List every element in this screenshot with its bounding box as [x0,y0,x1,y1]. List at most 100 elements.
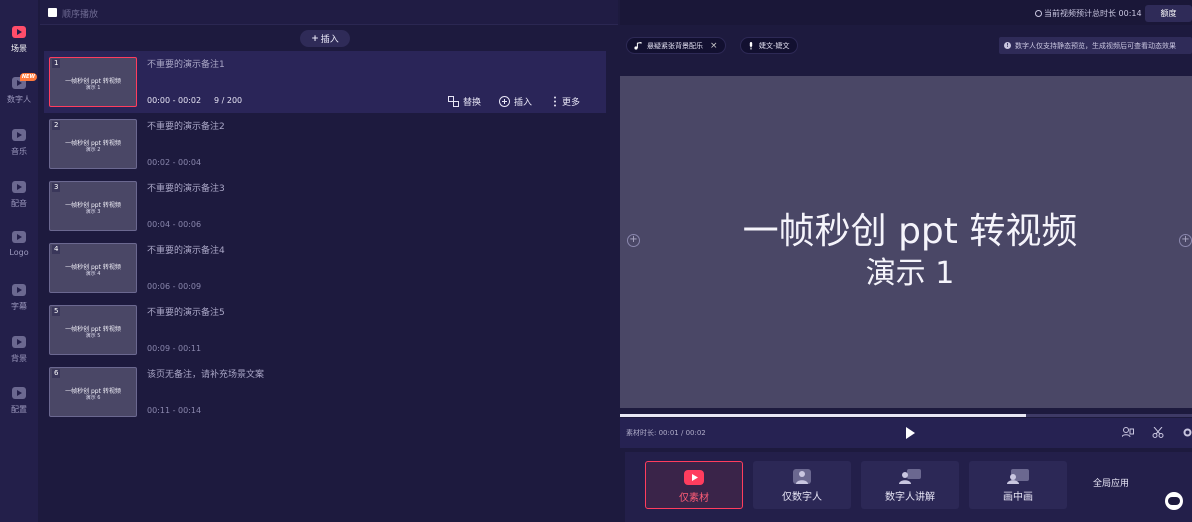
scene-number: 6 [52,369,61,378]
info-tip: ! 数字人仅支持静态预览，生成视频后可查看动态效果 [999,37,1192,54]
display-mode-bar: 仅素材 仅数字人 数字人讲解 画中画 全局应用 [625,452,1192,522]
plus-circle-icon [499,96,510,107]
assistant-bot-icon[interactable] [1165,492,1183,510]
scene-note[interactable]: 不重要的演示备注5 [147,305,225,318]
scene-note[interactable]: 不重要的演示备注1 [147,57,225,70]
nav-item-scene[interactable]: 场景 [0,24,38,64]
scene-item-2[interactable]: 2 一帧秒创 ppt 转视频 演示 2 不重要的演示备注2 00:02 - 00… [44,113,606,175]
avatar-settings-icon[interactable] [1122,427,1134,438]
global-apply-button[interactable]: 全局应用 [1093,476,1129,489]
scene-item-3[interactable]: 3 一帧秒创 ppt 转视频 演示 3 不重要的演示备注3 00:04 - 00… [44,175,606,237]
slide-title: 一帧秒创 ppt 转视频 [742,211,1078,252]
scene-number: 2 [52,121,61,130]
dubbing-icon [12,181,26,193]
scene-thumbnail[interactable]: 6 一帧秒创 ppt 转视频 演示 6 [49,367,137,417]
nav-item-music[interactable]: 音乐 [0,127,38,167]
replace-label: 替换 [463,98,482,108]
total-duration-text: 当前视频预计总时长 00:14 [1044,9,1142,18]
scissors-icon[interactable] [1152,427,1164,438]
scene-number: 4 [52,245,61,254]
gear-icon[interactable] [1182,427,1192,438]
nav-item-config[interactable]: 配置 [0,385,38,425]
scene-item-6[interactable]: 6 一帧秒创 ppt 转视频 演示 6 该页无备注，请补充场景文案 00:11 … [44,361,606,423]
mode-picture-in-picture[interactable]: 画中画 [969,461,1067,509]
scene-thumbnail[interactable]: 4 一帧秒创 ppt 转视频 演示 4 [49,243,137,293]
nav-item-background[interactable]: 背景 [0,334,38,374]
scene-note[interactable]: 不重要的演示备注4 [147,243,225,256]
thumbnail-subtitle: 演示 1 [85,85,101,91]
nav-label: Logo [9,248,29,257]
scene-thumbnail[interactable]: 3 一帧秒创 ppt 转视频 演示 3 [49,181,137,231]
nav-label: 字幕 [11,302,27,311]
insert-label: 插入 [320,35,339,45]
playback-controls: 素材时长: 00:01 / 00:02 [620,418,1192,448]
insert-label: 插入 [514,98,533,108]
close-icon[interactable]: × [710,41,718,51]
mode-avatar-only[interactable]: 仅数字人 [753,461,851,509]
thumbnail-subtitle: 演示 2 [85,147,101,153]
nav-item-subtitle[interactable]: 字幕 [0,282,38,322]
scene-time: 00:02 - 00:04 [147,158,202,167]
nav-label: 音乐 [11,147,27,156]
thumbnail-subtitle: 演示 5 [85,333,101,339]
info-tip-text: 数字人仅支持静态预览，生成视频后可查看动态效果 [1015,41,1176,50]
sequential-checkbox[interactable] [48,8,57,17]
mode-label: 画中画 [1003,492,1033,503]
mode-material-only[interactable]: 仅素材 [645,461,743,509]
scene-note[interactable]: 不重要的演示备注2 [147,119,225,132]
scene-time: 00:04 - 00:06 [147,220,202,229]
music-pill[interactable]: 悬疑紧张背景配乐 × [626,37,726,54]
scene-thumbnail[interactable]: 5 一帧秒创 ppt 转视频 演示 5 [49,305,137,355]
nav-item-dubbing[interactable]: 配音 [0,179,38,219]
nav-item-logo[interactable]: Logo [0,229,38,269]
more-button[interactable]: 更多 [552,95,580,108]
clock-icon [1035,10,1042,17]
voice-pill[interactable]: 婕文-婕文 [740,37,798,54]
microphone-icon [749,41,753,49]
scene-note[interactable]: 该页无备注，请补充场景文案 [147,367,264,380]
mode-avatar-explain[interactable]: 数字人讲解 [861,461,959,509]
nav-label: 配音 [11,199,27,208]
replace-button[interactable]: 替换 [448,95,481,108]
scene-time: 00:09 - 00:11 [147,344,202,353]
insert-scene-button[interactable]: + 插入 [300,30,350,47]
mode-label: 数字人讲解 [885,492,935,503]
scene-toolbar: 顺序播放 [40,0,618,25]
scene-item-4[interactable]: 4 一帧秒创 ppt 转视频 演示 4 不重要的演示备注4 00:06 - 00… [44,237,606,299]
picture-in-picture-icon [1007,469,1029,484]
quota-button[interactable]: 额度 [1145,5,1192,22]
subtitle-icon [12,284,26,296]
scene-thumbnail[interactable]: 1 一帧秒创 ppt 转视频 演示 1 [49,57,137,107]
plus-icon: + [311,33,319,44]
scene-time: 00:11 - 00:14 [147,406,202,415]
thumbnail-subtitle: 演示 6 [85,395,101,401]
nav-item-avatar[interactable]: NEW 数字人 [0,73,38,115]
scene-note[interactable]: 不重要的演示备注3 [147,181,225,194]
background-icon [12,336,26,348]
char-count: 9 / 200 [214,96,243,105]
scene-item-1[interactable]: 1 一帧秒创 ppt 转视频 演示 1 不重要的演示备注1 00:00 - 00… [44,51,606,113]
avatar-icon [793,469,811,484]
scene-time: 00:06 - 00:09 [147,282,202,291]
add-left-icon[interactable]: + [627,234,640,247]
scene-number: 3 [52,183,61,192]
nav-label: 数字人 [7,95,31,104]
scene-panel: 顺序播放 + 插入 1 一帧秒创 ppt 转视频 演示 1 不重要的演示备注1 … [40,0,618,522]
thumbnail-subtitle: 演示 4 [85,271,101,277]
replace-icon [448,96,459,107]
scene-thumbnail[interactable]: 2 一帧秒创 ppt 转视频 演示 2 [49,119,137,169]
scene-number: 1 [52,59,61,68]
preview-topbar: 当前视频预计总时长 00:14 额度 [620,0,1192,25]
insert-button[interactable]: 插入 [499,95,532,108]
nav-label: 背景 [11,354,27,363]
scene-item-5[interactable]: 5 一帧秒创 ppt 转视频 演示 5 不重要的演示备注5 00:09 - 00… [44,299,606,361]
play-icon[interactable] [906,427,915,439]
left-nav: 场景 NEW 数字人 音乐 配音 Logo 字幕 背景 配置 [0,0,38,522]
slide-canvas[interactable]: 一帧秒创 ppt 转视频 演示 1 + + [620,76,1192,408]
more-label: 更多 [562,98,581,108]
avatar-presenter-icon [899,469,921,484]
playback-progress[interactable] [620,414,1192,417]
video-play-icon [684,470,704,485]
add-right-icon[interactable]: + [1179,234,1192,247]
new-badge: NEW [19,73,37,81]
